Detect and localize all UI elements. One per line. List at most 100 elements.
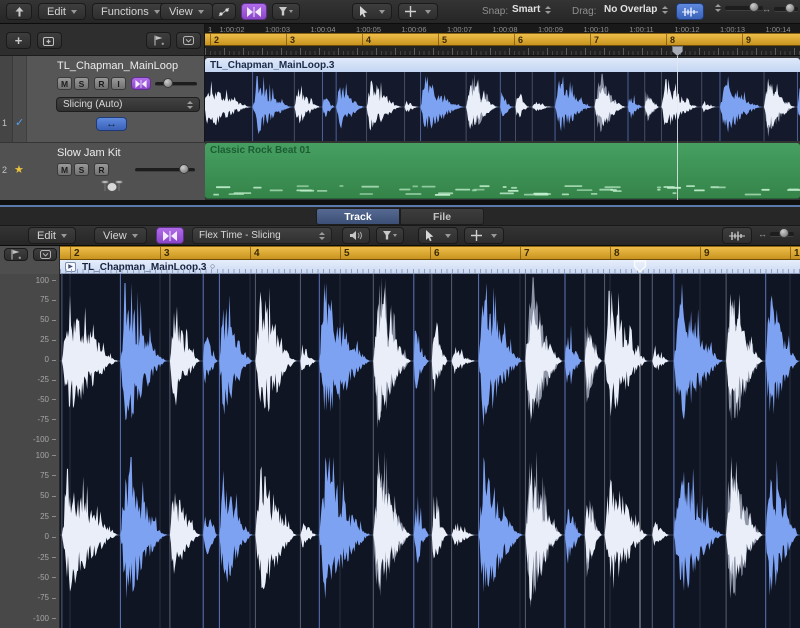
playhead-line[interactable] [677,46,678,200]
horizontal-zoom-slider[interactable] [774,7,798,12]
record-button[interactable]: R [94,163,109,176]
bar-separator [286,34,287,45]
track-select-star[interactable]: ★ [14,163,24,176]
vertical-zoom-knob[interactable] [749,2,759,12]
track-title[interactable]: Slow Jam Kit [57,147,121,159]
menu-functions-label: Functions [101,6,149,18]
editor-ruler-left-panel [0,246,60,274]
amp-label: 100 [36,451,49,460]
tab-file[interactable]: File [400,208,484,225]
add-track-button[interactable]: + [6,32,31,49]
bar-number: 3 [290,35,295,45]
editor-region-title-bar[interactable]: ▶ TL_Chapman_MainLoop.3 ○ [60,260,800,274]
amp-tick [52,320,56,321]
flex-mode-select[interactable]: Slicing (Auto) [56,97,200,112]
track-volume-slider[interactable] [135,168,195,172]
editor-waveform-canvas[interactable] [60,274,800,628]
horizontal-zoom-knob[interactable] [779,228,789,238]
menu-edit[interactable]: Edit [38,3,86,20]
flex-icon [163,231,177,241]
playhead-marker[interactable] [633,260,647,273]
menu-view[interactable]: View [94,227,147,244]
bar-number: 4 [366,35,371,45]
amplitude-ruler: 1007550250-25-50-75-1001007550250-25-50-… [0,274,60,628]
amp-label: -100 [33,435,49,444]
automation-button[interactable] [212,3,236,20]
collapse-button[interactable] [33,248,57,261]
midi-region[interactable]: Classic Rock Beat 01 [205,143,800,199]
stepper-icon [662,6,668,14]
track-header-2[interactable]: 2 ★ Slow Jam Kit M S R [0,143,205,200]
volume-knob[interactable] [163,78,173,88]
flex-mode-select[interactable]: Flex Time - Slicing [192,227,332,244]
catch-filter-button[interactable] [272,3,300,20]
track-flex-button[interactable] [131,77,151,90]
flex-range-button[interactable]: ↔ [96,117,127,131]
collapse-button[interactable] [176,32,201,49]
arrange-toolbar: Edit Functions View Snap: Smart D [0,0,800,24]
chevron-box-icon [183,36,194,45]
snap-label: Snap: [482,6,508,17]
marquee-flag-button[interactable] [146,32,171,49]
waveform-zoom-button[interactable] [676,3,704,20]
horizontal-zoom-knob[interactable] [785,3,795,13]
prelisten-button[interactable] [342,227,370,244]
solo-button[interactable]: S [74,163,89,176]
pointer-tool-button[interactable] [418,227,458,244]
bar-separator [340,247,341,259]
amp-label: 0 [45,532,49,541]
waveform-zoom-button[interactable] [722,227,752,244]
mute-button[interactable]: M [57,77,72,90]
tab-track[interactable]: Track [316,208,400,225]
drag-value: No Overlap [604,4,657,15]
horizontal-zoom-control[interactable]: ↔ [762,4,798,14]
region-waveform-body[interactable] [205,72,800,141]
speaker-icon [349,230,363,241]
menu-functions[interactable]: Functions [92,3,169,20]
track-select-check[interactable]: ✓ [15,116,24,129]
track-volume-slider[interactable] [155,82,197,86]
amp-label: -25 [37,553,49,562]
amp-tick [52,618,56,619]
region-name-bar[interactable]: TL_Chapman_MainLoop.3 [205,58,800,72]
crosshair-tool-button[interactable] [464,227,504,244]
volume-knob[interactable] [179,164,189,174]
flex-button[interactable] [156,227,184,244]
record-button[interactable]: R [94,77,109,90]
bar-number: 7 [594,35,599,45]
waveform-icon [729,231,745,241]
menu-view[interactable]: View [160,3,213,20]
amp-tick [52,496,56,497]
chevron-down-icon [491,234,497,238]
flex-button[interactable] [241,3,267,20]
snap-select[interactable]: Smart [512,4,551,15]
arrange-tick-strip[interactable] [205,46,800,56]
amp-tick [52,340,56,341]
hierarchy-back-button[interactable] [6,3,32,20]
vertical-zoom-control[interactable] [710,4,763,12]
solo-button[interactable]: S [74,77,89,90]
track-header-1[interactable]: 1 ✓ TL_Chapman_MainLoop M S R I Slicing … [0,56,205,143]
track-title[interactable]: TL_Chapman_MainLoop [57,60,178,72]
input-monitor-button[interactable]: I [111,77,126,90]
menu-edit[interactable]: Edit [28,227,76,244]
catch-filter-button[interactable] [376,227,404,244]
amp-label: -25 [37,375,49,384]
arrange-time-ruler[interactable]: 11:00:021:00:031:00:041:00:051:00:061:00… [205,24,800,33]
mute-button[interactable]: M [57,163,72,176]
horizontal-zoom-slider[interactable] [770,232,794,237]
waveform-icon [682,7,698,17]
editor-bar-ruler[interactable]: 234567891 [60,246,800,260]
bar-number: 5 [442,35,447,45]
vertical-zoom-slider[interactable] [725,6,763,11]
crosshair-tool-button[interactable] [398,3,438,20]
audio-region[interactable]: TL_Chapman_MainLoop.3 [205,58,800,141]
crosshair-icon [471,230,482,241]
marquee-flag-button[interactable] [4,248,28,261]
pointer-tool-button[interactable] [352,3,392,20]
amp-label: -100 [33,614,49,623]
drag-select[interactable]: No Overlap [604,4,668,15]
arrange-bar-ruler[interactable]: 23456789 [205,33,800,46]
new-track-with-duplicate-button[interactable] [37,32,62,49]
horizontal-zoom-control[interactable]: ↔ [758,229,794,239]
